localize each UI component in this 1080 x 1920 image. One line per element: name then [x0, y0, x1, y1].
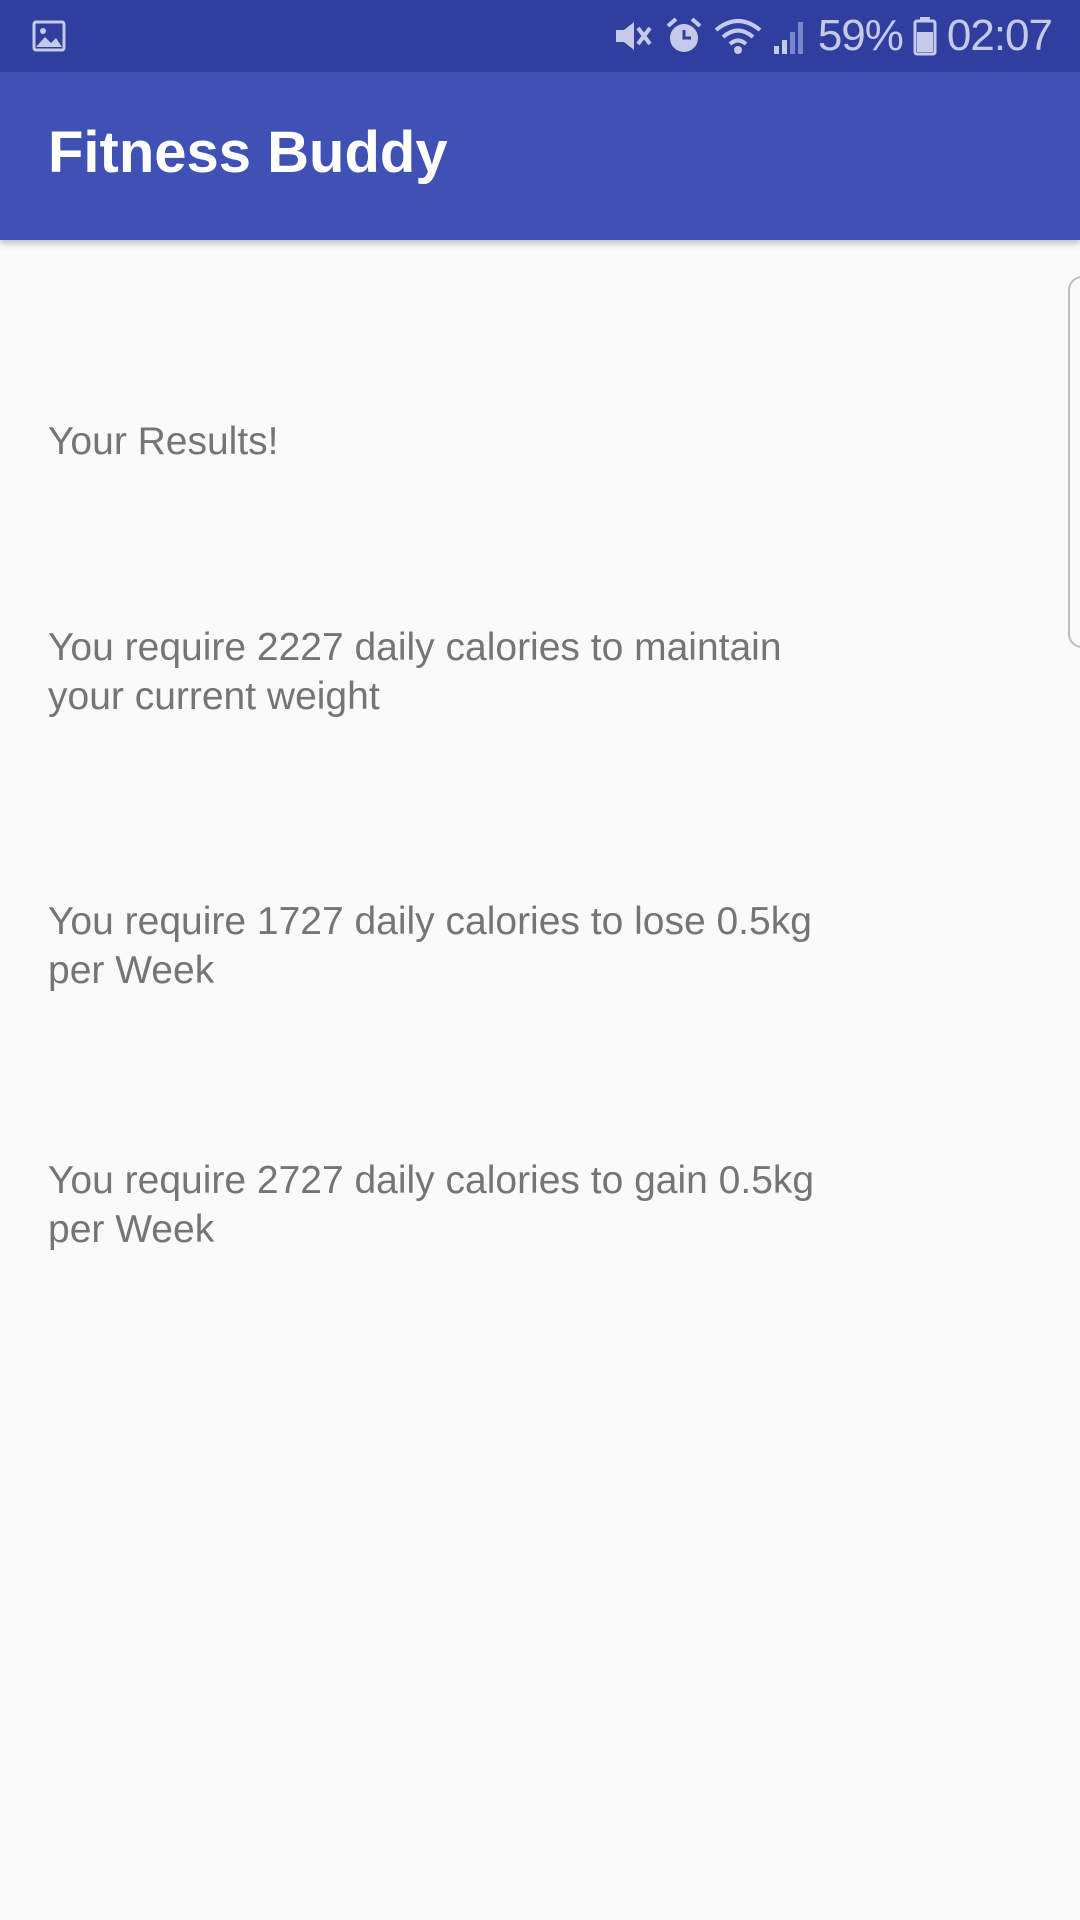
screen: 59% 02:07 Fitness Buddy Your Results! Yo… [0, 0, 1080, 1920]
battery-icon [913, 17, 937, 56]
status-bar: 59% 02:07 [0, 0, 1080, 72]
app-bar: Fitness Buddy [0, 72, 1080, 240]
image-icon [32, 20, 66, 52]
gain-calories-text: You require 2727 daily calories to gain … [48, 1159, 815, 1251]
maintain-calories-text: You require 2227 daily calories to maint… [48, 626, 782, 718]
edge-panel-handle[interactable] [1068, 276, 1080, 648]
mute-icon [615, 22, 652, 50]
alarm-icon [666, 17, 702, 52]
clock: 02:07 [946, 11, 1053, 60]
signal-icon [773, 22, 803, 54]
results-heading: Your Results! [48, 420, 279, 463]
lose-calories-text: You require 1727 daily calories to lose … [48, 900, 812, 992]
battery-percent: 59% [817, 11, 904, 60]
app-title: Fitness Buddy [48, 120, 448, 185]
wifi-icon [714, 19, 762, 54]
status-icons: 59% 02:07 [612, 0, 1053, 72]
